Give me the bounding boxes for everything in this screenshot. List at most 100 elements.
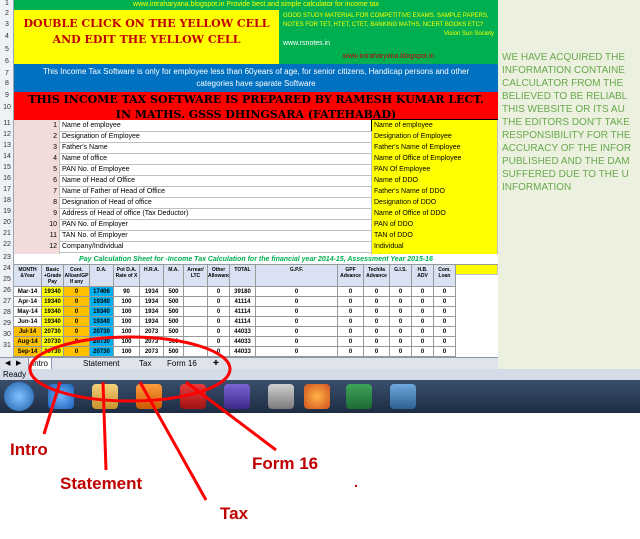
table-cell[interactable]: 0 xyxy=(412,317,434,327)
table-cell[interactable]: 0 xyxy=(412,297,434,307)
table-cell[interactable]: 0 xyxy=(256,287,338,297)
table-cell[interactable]: 0 xyxy=(338,317,364,327)
table-cell[interactable]: 17406 xyxy=(90,287,114,297)
table-cell[interactable]: 0 xyxy=(364,317,390,327)
table-cell[interactable]: 0 xyxy=(390,307,412,317)
table-cell[interactable]: 500 xyxy=(164,287,184,297)
table-cell[interactable]: 0 xyxy=(64,287,90,297)
field-value-input[interactable]: Name of employee xyxy=(371,119,499,132)
table-cell[interactable]: 100 xyxy=(114,297,140,307)
row-number[interactable]: 3 xyxy=(0,21,14,28)
row-number[interactable]: 13 xyxy=(0,142,14,149)
row-number[interactable]: 7 xyxy=(0,70,14,77)
row-number[interactable]: 20 xyxy=(0,219,14,226)
table-cell[interactable] xyxy=(184,317,208,327)
table-cell[interactable]: 1934 xyxy=(140,287,164,297)
field-value-input[interactable]: Name of DDO xyxy=(372,175,498,186)
row-number[interactable]: 14 xyxy=(0,153,14,160)
table-cell[interactable]: 0 xyxy=(434,307,456,317)
table-cell[interactable]: 0 xyxy=(208,287,230,297)
table-cell[interactable]: 41114 xyxy=(230,297,256,307)
table-cell[interactable]: 0 xyxy=(208,307,230,317)
table-cell[interactable]: 19340 xyxy=(90,317,114,327)
row-number[interactable]: 27 xyxy=(0,298,14,305)
table-cell[interactable] xyxy=(184,297,208,307)
row-number[interactable]: 12 xyxy=(0,131,14,138)
table-cell[interactable]: 0 xyxy=(364,307,390,317)
table-cell[interactable]: 0 xyxy=(256,297,338,307)
table-cell[interactable]: Apr-14 xyxy=(14,297,42,307)
table-cell[interactable]: 19340 xyxy=(42,287,64,297)
table-cell[interactable]: 1934 xyxy=(140,317,164,327)
table-cell[interactable]: 0 xyxy=(412,307,434,317)
table-cell[interactable] xyxy=(184,287,208,297)
table-cell[interactable]: 0 xyxy=(338,297,364,307)
field-value-input[interactable]: TAN of DDO xyxy=(372,230,498,241)
field-value-input[interactable]: PAN Of Employee xyxy=(372,164,498,175)
row-number[interactable]: 1 xyxy=(0,0,14,7)
row-number[interactable]: 2 xyxy=(0,10,14,17)
table-cell[interactable]: 0 xyxy=(390,297,412,307)
table-cell[interactable]: 19340 xyxy=(42,307,64,317)
table-cell[interactable]: 0 xyxy=(364,287,390,297)
table-cell[interactable] xyxy=(184,307,208,317)
table-cell[interactable]: 19340 xyxy=(90,297,114,307)
row-number[interactable]: 29 xyxy=(0,320,14,327)
field-value-input[interactable]: Designation of Employee xyxy=(372,131,498,142)
table-cell[interactable]: Jun-14 xyxy=(14,317,42,327)
table-cell[interactable]: 90 xyxy=(114,287,140,297)
table-cell[interactable]: 0 xyxy=(208,317,230,327)
table-cell[interactable]: 0 xyxy=(412,287,434,297)
row-number[interactable]: 24 xyxy=(0,265,14,272)
table-cell[interactable]: 100 xyxy=(114,317,140,327)
row-number[interactable]: 19 xyxy=(0,208,14,215)
table-cell[interactable]: 0 xyxy=(434,317,456,327)
table-cell[interactable]: 19340 xyxy=(90,307,114,317)
table-cell[interactable]: 500 xyxy=(164,317,184,327)
table-cell[interactable]: 19340 xyxy=(42,317,64,327)
table-cell[interactable]: May-14 xyxy=(14,307,42,317)
row-number[interactable]: 25 xyxy=(0,276,14,283)
table-cell[interactable]: 0 xyxy=(434,297,456,307)
table-cell[interactable]: 39180 xyxy=(230,287,256,297)
table-cell[interactable]: 0 xyxy=(338,307,364,317)
row-number[interactable]: 18 xyxy=(0,197,14,204)
table-cell[interactable]: 41114 xyxy=(230,307,256,317)
field-value-input[interactable]: Name of Office of DDO xyxy=(372,208,498,219)
table-cell[interactable]: Mar-14 xyxy=(14,287,42,297)
field-value-input[interactable]: Name of Office of Employee xyxy=(372,153,498,164)
link-intraharyana[interactable]: www.intraharyana.blogspot.in xyxy=(283,52,494,61)
row-number[interactable]: 21 xyxy=(0,230,14,237)
table-cell[interactable]: 19340 xyxy=(42,297,64,307)
table-cell[interactable]: 0 xyxy=(64,317,90,327)
field-value-input[interactable]: PAN of DDO xyxy=(372,219,498,230)
table-cell[interactable]: 500 xyxy=(164,297,184,307)
table-cell[interactable]: 500 xyxy=(164,307,184,317)
top-link-bar[interactable]: www.intraharyana.blogspot.in Provide bes… xyxy=(14,0,498,10)
row-number[interactable]: 9 xyxy=(0,92,14,99)
row-number[interactable]: 4 xyxy=(0,33,14,40)
table-cell[interactable]: 1934 xyxy=(140,297,164,307)
table-cell[interactable]: 0 xyxy=(390,287,412,297)
table-cell[interactable]: 0 xyxy=(64,307,90,317)
row-number[interactable]: 26 xyxy=(0,287,14,294)
table-cell[interactable]: 0 xyxy=(256,307,338,317)
row-number[interactable]: 6 xyxy=(0,58,14,65)
field-value-input[interactable]: Father's Name of DDO xyxy=(372,186,498,197)
table-cell[interactable]: 0 xyxy=(364,297,390,307)
row-number[interactable]: 16 xyxy=(0,175,14,182)
table-cell[interactable]: 100 xyxy=(114,307,140,317)
table-cell[interactable]: 0 xyxy=(208,297,230,307)
row-number[interactable]: 22 xyxy=(0,241,14,248)
row-number[interactable]: 5 xyxy=(0,46,14,53)
field-value-input[interactable]: Father's Name of Employee xyxy=(372,142,498,153)
row-number[interactable]: 17 xyxy=(0,186,14,193)
field-value-input[interactable]: Individual xyxy=(372,241,498,252)
row-number[interactable]: 28 xyxy=(0,309,14,316)
table-cell[interactable]: 0 xyxy=(256,317,338,327)
table-cell[interactable]: 0 xyxy=(434,287,456,297)
link-rsnotes[interactable]: www.rsnotes.in xyxy=(283,39,494,48)
table-cell[interactable]: 41114 xyxy=(230,317,256,327)
row-number[interactable]: 15 xyxy=(0,164,14,171)
row-number[interactable]: 10 xyxy=(0,104,14,111)
